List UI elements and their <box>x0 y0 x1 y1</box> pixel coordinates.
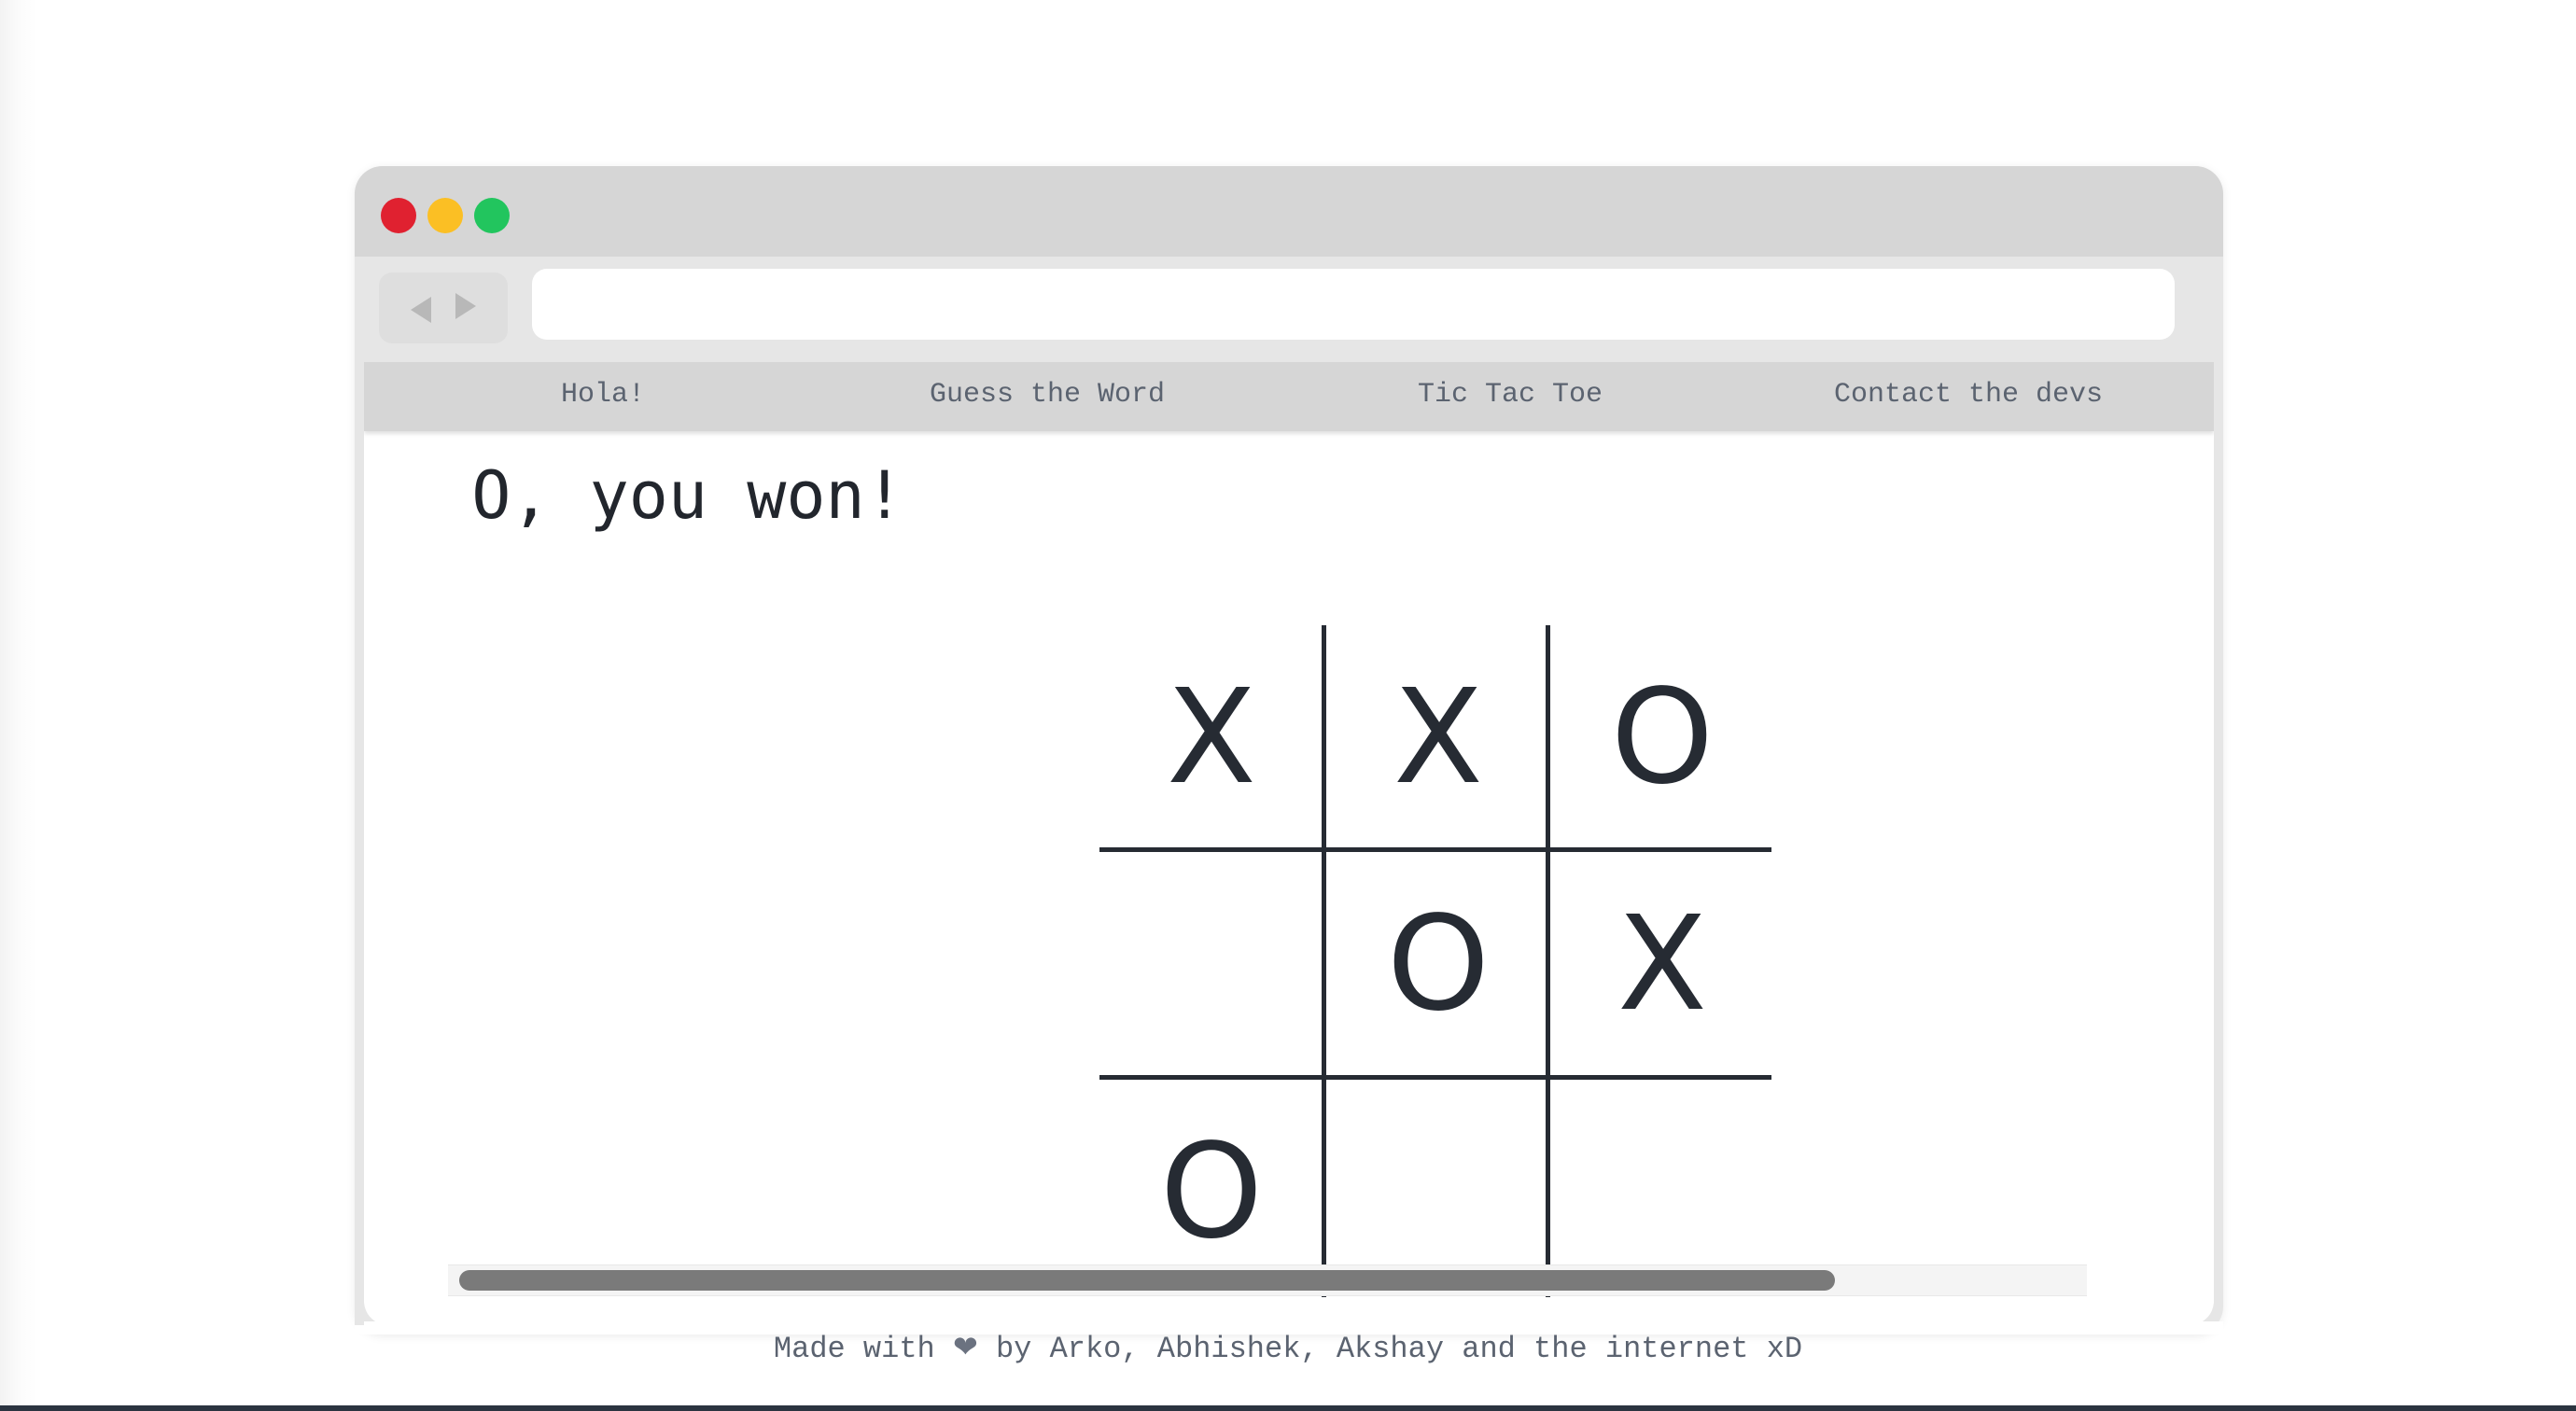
maximize-button[interactable] <box>474 198 510 233</box>
board-cell-r1c2[interactable]: X <box>1326 625 1550 849</box>
back-arrow-icon[interactable] <box>411 297 431 323</box>
footer-prefix: Made with <box>773 1332 935 1366</box>
game-status: O, you won! <box>471 457 904 534</box>
board-cell-r1c3[interactable]: O <box>1550 625 1774 849</box>
navigation-buttons <box>379 272 508 343</box>
board-cell-r1c1[interactable]: X <box>1099 625 1323 849</box>
site-navbar: Hola! Guess the Word Tic Tac Toe Contact… <box>364 362 2214 431</box>
board-cell-r2c2[interactable]: O <box>1326 852 1550 1076</box>
nav-link-tic-tac-toe[interactable]: Tic Tac Toe <box>1418 379 1603 411</box>
browser-toolbar <box>355 257 2223 362</box>
nav-link-contact-the-devs[interactable]: Contact the devs <box>1834 379 2103 411</box>
content-bottom-mask <box>364 1297 2214 1323</box>
horizontal-scrollbar-thumb[interactable] <box>459 1270 1835 1291</box>
title-bar <box>355 166 2223 257</box>
tic-tac-toe-board: X X O O X O <box>1099 625 1771 1297</box>
nav-link-guess-the-word[interactable]: Guess the Word <box>930 379 1165 411</box>
footer-credits: by Arko, Abhishek, Akshay and the intern… <box>995 1332 1803 1366</box>
bottom-edge <box>0 1405 2576 1411</box>
heart-icon: ❤ <box>952 1329 978 1364</box>
board-cell-r2c3[interactable]: X <box>1550 852 1774 1076</box>
address-bar[interactable] <box>532 269 2175 340</box>
board-cell-r2c1[interactable] <box>1099 852 1323 1076</box>
footer: Made with ❤ by Arko, Abhishek, Akshay an… <box>0 1329 2576 1366</box>
minimize-button[interactable] <box>427 198 463 233</box>
window-bottom-frame <box>355 1101 364 1325</box>
nav-link-hola[interactable]: Hola! <box>561 379 645 411</box>
close-button[interactable] <box>381 198 416 233</box>
forward-arrow-icon[interactable] <box>455 293 476 319</box>
